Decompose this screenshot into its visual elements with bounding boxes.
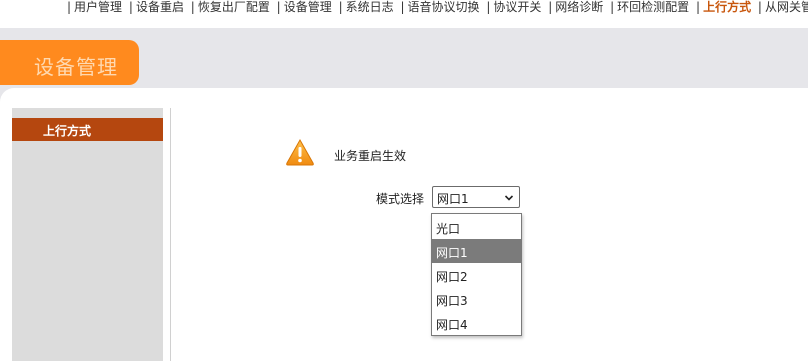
page-title: 设备管理 xyxy=(34,55,118,79)
nav-item-user-management[interactable]: 用户管理 xyxy=(74,0,122,14)
page-title-tab: 设备管理 xyxy=(0,40,139,85)
nav-item-device-management[interactable]: 设备管理 xyxy=(284,0,332,14)
option-fiber-port[interactable]: 光口 xyxy=(432,215,521,239)
nav-separator: | xyxy=(276,0,281,14)
nav-item-device-restart[interactable]: 设备重启 xyxy=(136,0,184,14)
nav-item-system-log[interactable]: 系统日志 xyxy=(346,0,394,14)
nav-item-network-diagnosis[interactable]: 网络诊断 xyxy=(555,0,603,14)
sidebar-divider xyxy=(170,108,171,361)
option-lan-port-4[interactable]: 网口4 xyxy=(432,311,521,335)
nav-separator: | xyxy=(128,0,133,14)
sidebar-item-uplink-mode[interactable]: 上行方式 xyxy=(12,118,163,141)
top-navigation: | 用户管理 | 设备重启 | 恢复出厂配置 | 设备管理 | 系统日志 | 语音协议切换 … xyxy=(0,0,808,28)
option-label: 网口2 xyxy=(436,270,468,284)
option-label: 网口3 xyxy=(436,294,468,308)
chevron-down-icon xyxy=(504,192,514,206)
warning-icon xyxy=(285,138,315,166)
nav-item-loopback-detection[interactable]: 环回检测配置 xyxy=(617,0,689,14)
nav-separator: | xyxy=(486,0,491,14)
nav-separator: | xyxy=(757,0,762,14)
nav-separator: | xyxy=(696,0,701,14)
option-lan-port-2[interactable]: 网口2 xyxy=(432,263,521,287)
nav-separator: | xyxy=(400,0,405,14)
mode-select-value: 网口1 xyxy=(437,192,469,206)
nav-item-slave-gateway-management[interactable]: 从网关管理 xyxy=(765,0,808,14)
nav-item-voice-protocol-switch[interactable]: 语音协议切换 xyxy=(408,0,480,14)
sidebar-item-label: 上行方式 xyxy=(43,124,92,138)
nav-item-uplink-mode[interactable]: 上行方式 xyxy=(703,0,751,14)
nav-item-protocol-switch[interactable]: 协议开关 xyxy=(493,0,541,14)
top-navigation-list: | 用户管理 | 设备重启 | 恢复出厂配置 | 设备管理 | 系统日志 | 语音协议切换 … xyxy=(64,0,808,15)
nav-separator: | xyxy=(67,0,72,14)
option-label: 光口 xyxy=(436,222,461,236)
notice-text: 业务重启生效 xyxy=(334,149,407,163)
nav-separator: | xyxy=(548,0,553,14)
mode-select[interactable]: 网口1 xyxy=(432,186,520,208)
nav-item-factory-reset[interactable]: 恢复出厂配置 xyxy=(198,0,270,14)
nav-separator: | xyxy=(610,0,615,14)
mode-dropdown-list: 光口 网口1 网口2 网口3 网口4 xyxy=(431,213,522,336)
option-label: 网口1 xyxy=(436,246,468,260)
option-lan-port-1[interactable]: 网口1 xyxy=(432,239,521,263)
mode-select-label: 模式选择 xyxy=(376,192,425,206)
sidebar xyxy=(12,108,163,361)
nav-separator: | xyxy=(190,0,195,14)
option-lan-port-3[interactable]: 网口3 xyxy=(432,287,521,311)
nav-separator: | xyxy=(338,0,343,14)
option-label: 网口4 xyxy=(436,318,468,332)
